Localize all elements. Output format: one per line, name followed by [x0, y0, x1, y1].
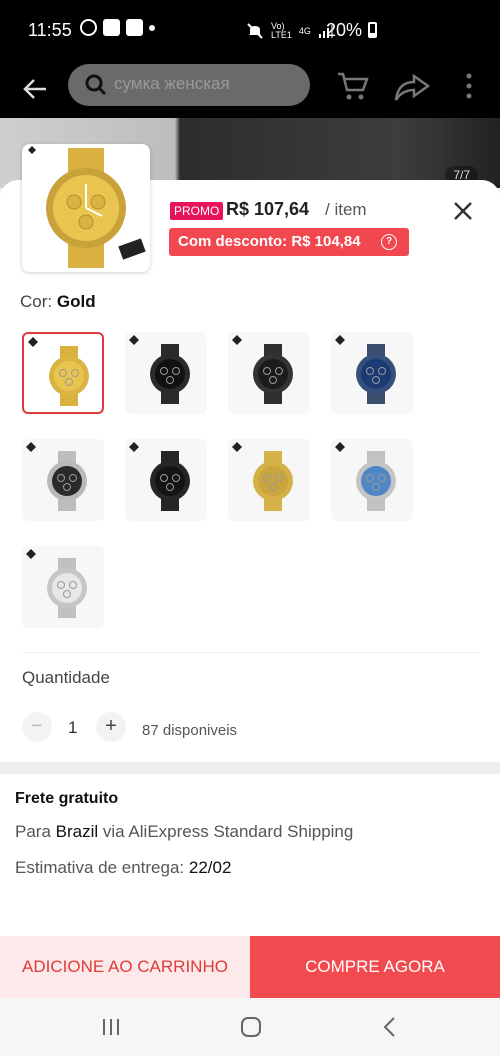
watch-thumbnail: [356, 451, 396, 511]
buy-now-button[interactable]: COMPRE AGORA: [250, 936, 500, 998]
color-option-gold-2[interactable]: [228, 439, 310, 521]
watch-thumbnail: [253, 344, 293, 404]
brand-logo-icon: [232, 335, 242, 345]
watch-thumbnail: [356, 344, 396, 404]
eta-label: Estimativa de entrega:: [15, 858, 185, 877]
mute-icon: [247, 23, 263, 39]
brand-logo-icon: [26, 442, 36, 452]
search-placeholder: сумка женская: [114, 74, 230, 93]
color-option-silver-blue[interactable]: [331, 439, 413, 521]
shipping-country: Brazil: [55, 822, 99, 841]
watch-thumbnail: [49, 346, 89, 406]
available-stock: 87 disponiveis: [142, 722, 238, 739]
whatsapp-icon: [80, 19, 97, 36]
selected-product-image: [22, 144, 150, 272]
battery-percent: 20%: [326, 20, 363, 40]
watch-thumbnail: [47, 451, 87, 511]
network-label: Vo) LTE1: [271, 22, 292, 40]
close-icon[interactable]: [452, 200, 474, 222]
brand-logo-icon: [129, 335, 139, 345]
search-icon: [85, 74, 107, 96]
shipping-method[interactable]: Para Brazil via AliExpress Standard Ship…: [15, 822, 353, 842]
message-icon: [126, 19, 143, 36]
color-option-black[interactable]: [228, 332, 310, 414]
watch-thumbnail: [47, 558, 87, 618]
watch-thumbnail: [150, 451, 190, 511]
color-label-text: Cor:: [20, 292, 53, 311]
status-bar: 11:55 Vo) LTE1 4G 20%: [0, 0, 500, 60]
brand-logo-icon: [28, 337, 38, 347]
color-value: Gold: [56, 292, 96, 311]
discount-price: Com desconto: R$ 104,84 ?: [169, 228, 409, 256]
network-type: 4G: [298, 25, 311, 36]
back-arrow-icon[interactable]: [20, 74, 50, 104]
quantity-increase-button[interactable]: +: [96, 712, 126, 742]
shipping-title: Frete gratuito: [15, 790, 119, 807]
home-icon[interactable]: [240, 1016, 262, 1038]
color-option-gold[interactable]: [22, 332, 104, 414]
section-separator: [0, 762, 500, 774]
system-nav-bar: [0, 998, 500, 1056]
discount-label: Com desconto: R$ 104,84: [178, 233, 361, 250]
price-unit: / item: [325, 200, 367, 219]
add-to-cart-button[interactable]: ADICIONE AO CARRINHO: [0, 936, 250, 998]
color-option-black-rose[interactable]: [125, 332, 207, 414]
brand-logo-icon: [129, 442, 139, 452]
lte-label: LTE1: [271, 30, 292, 40]
color-label: Cor: Gold: [20, 292, 96, 312]
notification-icons: [80, 19, 155, 36]
battery-icon: [368, 22, 377, 38]
delivery-estimate: Estimativa de entrega: 22/02: [15, 858, 231, 878]
status-time: 11:55: [28, 20, 72, 40]
recent-apps-icon[interactable]: [100, 1018, 122, 1036]
price: R$ 107,64: [226, 199, 310, 219]
info-icon[interactable]: ?: [381, 234, 397, 250]
brand-logo-icon: [335, 442, 345, 452]
share-icon[interactable]: [394, 72, 430, 102]
quantity-value[interactable]: 1: [68, 718, 77, 738]
sku-selector-sheet: PROMO R$ 107,64 / item Com desconto: R$ …: [0, 144, 500, 998]
system-back-icon[interactable]: [382, 1016, 398, 1038]
color-option-blue[interactable]: [331, 332, 413, 414]
shipping-service: via AliExpress Standard Shipping: [102, 822, 354, 841]
system-icons: Vo) LTE1 4G: [246, 22, 334, 40]
divider: [22, 652, 480, 653]
shipping-prefix: Para: [15, 822, 51, 841]
color-option-silver-white[interactable]: [22, 546, 104, 628]
cart-icon[interactable]: [336, 70, 370, 102]
watch-thumbnail: [150, 344, 190, 404]
quantity-label: Quantidade: [22, 668, 110, 687]
watch-thumbnail: [253, 451, 293, 511]
watch-image: [28, 146, 146, 268]
facebook-icon: [103, 19, 120, 36]
promo-tag: PROMO: [170, 202, 224, 220]
more-options-icon[interactable]: [462, 72, 476, 100]
search-bar[interactable]: сумка женская: [68, 64, 310, 106]
eta-date: 22/02: [188, 858, 232, 877]
app-header: сумка женская: [0, 60, 500, 118]
brand-logo-icon: [26, 549, 36, 559]
more-notifications-icon: [149, 24, 155, 31]
brand-logo-icon: [335, 335, 345, 345]
brand-logo-icon: [232, 442, 242, 452]
color-option-silver-black[interactable]: [22, 439, 104, 521]
color-option-all-black[interactable]: [125, 439, 207, 521]
quantity-decrease-button[interactable]: −: [22, 712, 52, 742]
